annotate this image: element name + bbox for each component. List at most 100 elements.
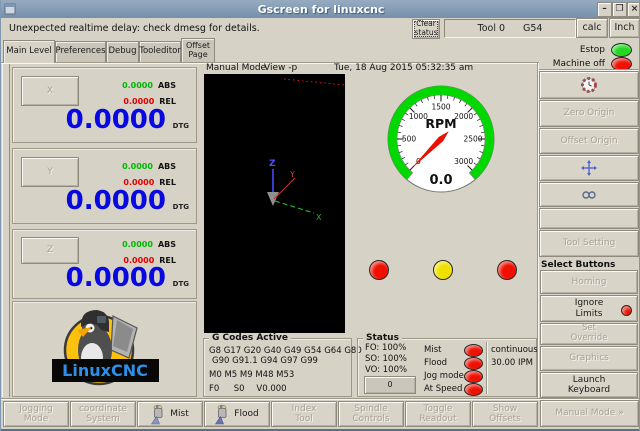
axis-frame-z: Z 0.0000 ABS 0.0000 REL 0.0000 DTG — [12, 229, 197, 299]
axes-origin: Z Y X — [204, 74, 345, 333]
calc-button[interactable]: calc — [576, 18, 608, 38]
mode-label: Manual Mode — [206, 63, 266, 73]
tool-setting-button[interactable]: Tool Setting — [539, 230, 639, 257]
estop-led — [611, 43, 632, 57]
dial-clock-icon — [580, 76, 598, 94]
gcodes-line1: G8 G17 G20 G40 G49 G54 G64 G80 — [209, 346, 362, 356]
mist-led — [464, 344, 483, 357]
launch-keyboard-button[interactable]: Launch Keyboard — [540, 372, 638, 398]
override-spinner-button[interactable]: 0 — [364, 376, 416, 394]
velocity-value: V0.000 — [256, 384, 286, 394]
y-axis-line — [274, 178, 295, 199]
panel-handle[interactable] — [2, 64, 10, 397]
coordinate-system-button[interactable]: coordinate System — [70, 401, 136, 427]
z-axis-label: Z — [269, 159, 276, 169]
maximize-button[interactable]: ❒ — [612, 2, 627, 17]
spindle-controls-button[interactable]: Spindle Controls — [338, 401, 404, 427]
axis-frame-x: X 0.0000 ABS 0.0000 REL 0.0000 DTG — [12, 67, 197, 143]
spray-can-icon — [151, 404, 166, 425]
units-button[interactable]: Inch — [609, 18, 640, 38]
index-tool-button[interactable]: Index Tool — [271, 401, 337, 427]
infinity-icon — [581, 189, 597, 201]
graphics-button[interactable]: Graphics — [540, 346, 638, 371]
dtg-value: 0.0000 — [66, 188, 166, 214]
abs-label: ABS — [158, 81, 176, 90]
speed-value: S0 — [234, 384, 254, 394]
machine-off-label: Machine off — [481, 59, 605, 69]
offset-origin-button[interactable]: Offset Origin — [539, 128, 639, 154]
abs-value: 0.0000 — [122, 240, 153, 249]
abs-value: 0.0000 — [122, 81, 153, 90]
tab-debug[interactable]: Debug — [106, 41, 139, 62]
svg-text:1500: 1500 — [431, 103, 450, 112]
gcodes-title: G Codes Active — [209, 333, 291, 343]
move-axes-button[interactable] — [539, 155, 639, 181]
mist-status-label: Mist — [424, 345, 441, 355]
links-button[interactable] — [539, 182, 639, 207]
y-axis-label: Y — [289, 170, 295, 179]
jog-mode-value: continuous — [491, 345, 538, 355]
spray-can-icon — [215, 404, 230, 425]
axis-select-y-button[interactable]: Y — [21, 157, 79, 187]
datetime-label: Tue, 18 Aug 2015 05:32:35 am — [334, 63, 473, 73]
toggle-readout-button[interactable]: Toggle Readout — [405, 401, 471, 427]
dro-abs-row: 0.0000 ABS — [83, 240, 176, 249]
status-frame: Status FO: 100% SO: 100% VO: 100% 0 Mist… — [357, 338, 537, 397]
tab-tooleditor[interactable]: Tooleditor — [139, 41, 181, 62]
dtg-label: DTG — [173, 203, 189, 211]
axis-select-z-button[interactable]: Z — [21, 237, 79, 264]
window-title: Gscreen for linuxcnc — [1, 3, 640, 16]
linuxcnc-logo: LinuxCNC — [13, 302, 196, 396]
mcodes-line: M0 M5 M9 M48 M53 — [209, 370, 294, 380]
jogmode-status-label: Jog mode — [424, 371, 464, 381]
svg-text:2500: 2500 — [463, 135, 482, 144]
gcodes-frame: G Codes Active G8 G17 G20 G40 G49 G54 G6… — [203, 338, 352, 397]
dtg-value: 0.0000 — [66, 265, 166, 291]
atspeed-led — [464, 383, 483, 396]
svg-text:3000: 3000 — [454, 157, 473, 166]
tool-number: Tool 0 — [478, 23, 506, 34]
show-offsets-button[interactable]: Show Offsets — [472, 401, 538, 427]
dro-abs-row: 0.0000 ABS — [83, 162, 176, 171]
tool-entry[interactable]: Tool 0 G54 — [444, 19, 576, 38]
dtg-value: 0.0000 — [66, 107, 166, 133]
blank-button[interactable] — [539, 208, 639, 229]
titlebar[interactable]: Gscreen for linuxcnc – ❒ × — [1, 0, 640, 18]
abs-value: 0.0000 — [122, 162, 153, 171]
manual-mode-button[interactable]: Manual Mode » — [540, 400, 639, 427]
ignore-limits-led — [621, 305, 632, 316]
set-override-button[interactable]: Set Override — [540, 323, 638, 345]
tab-main-level[interactable]: Main Level — [3, 40, 55, 63]
gscreen-window: Gscreen for linuxcnc – ❒ × Unexpected re… — [0, 0, 640, 431]
close-button[interactable]: × — [627, 2, 640, 17]
jogging-mode-button[interactable]: Jogging Mode — [3, 401, 69, 427]
homing-button[interactable]: Homing — [540, 270, 638, 294]
minimize-button[interactable]: – — [597, 2, 612, 17]
gcodes-line2: G90 G91.1 G94 G97 G99 — [212, 356, 318, 366]
mist-button[interactable]: Mist — [137, 401, 203, 427]
toolpath-extents-line — [284, 79, 344, 85]
ignore-limits-button[interactable]: Ignore Limits — [540, 295, 638, 322]
axis-select-x-button[interactable]: X — [21, 76, 79, 106]
gremlin-3d-view[interactable]: Z Y X — [204, 74, 345, 333]
logo-frame: LinuxCNC — [12, 301, 197, 397]
flood-status-label: Flood — [424, 358, 447, 368]
abs-label: ABS — [158, 240, 176, 249]
feed-override: FO: 100% — [365, 343, 406, 353]
clear-status-button[interactable]: Clear status — [412, 19, 440, 39]
estop-label: Estop — [481, 45, 605, 55]
x-axis-line — [275, 201, 314, 213]
velocity-override: VO: 100% — [365, 365, 407, 375]
dtg-label: DTG — [173, 280, 189, 288]
tab-preferences[interactable]: Preferences — [55, 41, 106, 62]
svg-text:2000: 2000 — [454, 112, 473, 121]
indicator-led-2 — [433, 260, 453, 280]
tab-offset-page[interactable]: Offset Page — [181, 38, 215, 62]
flood-button[interactable]: Flood — [204, 401, 270, 427]
svg-text:500: 500 — [402, 135, 417, 144]
zero-origin-button[interactable]: Zero Origin — [539, 100, 639, 127]
abs-label: ABS — [158, 162, 176, 171]
feeds-line: F0 S0 V0.000 — [209, 384, 287, 394]
select-buttons-label: Select Buttons — [541, 260, 615, 270]
dial-clock-button[interactable] — [539, 71, 639, 99]
